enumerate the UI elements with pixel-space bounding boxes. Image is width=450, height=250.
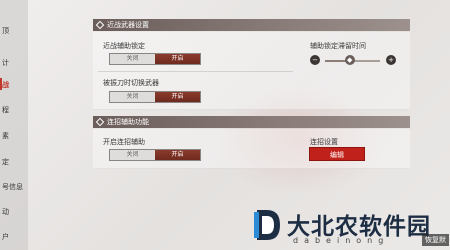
toggle-off[interactable]: 关闭 (110, 150, 155, 160)
sidebar-item-2[interactable]: 计 (0, 56, 24, 70)
section-header-combo: 连招辅助功能 (93, 116, 410, 128)
toggle-on[interactable]: 开启 (155, 150, 200, 160)
sidebar-item-1[interactable]: 顶 (0, 24, 24, 38)
switch-weapon-toggle[interactable]: 关闭 开启 (109, 91, 201, 103)
sidebar-item-label: 程 (2, 106, 9, 114)
plus-icon[interactable]: + (386, 55, 396, 65)
watermark: 大北农软件园 dabeinong (253, 205, 450, 250)
sidebar-item-label: 动 (2, 208, 9, 216)
divider (98, 71, 293, 72)
section-title: 近战武器设置 (107, 21, 149, 29)
sidebar-item-7[interactable]: 号信息 (0, 180, 24, 194)
sidebar: 顶 计 战 程 素 定 号信息 动 户 (0, 0, 28, 250)
sidebar-item-5[interactable]: 素 (0, 129, 24, 143)
section-title: 连招辅助功能 (107, 118, 149, 126)
section-header-melee: 近战武器设置 (93, 19, 410, 31)
restore-default-button[interactable]: 恢复默 (422, 234, 449, 246)
assist-lock-toggle[interactable]: 关闭 开启 (109, 53, 201, 65)
sidebar-item-8[interactable]: 动 (0, 205, 24, 219)
sidebar-item-6[interactable]: 定 (0, 155, 24, 169)
toggle-on[interactable]: 开启 (155, 92, 200, 102)
assist-lock-label: 近战辅助锁定 (103, 42, 145, 50)
watermark-subtitle: dabeinong (293, 236, 390, 245)
toggle-on[interactable]: 开启 (155, 54, 200, 64)
switch-weapon-label: 被振刀时切换武器 (103, 79, 159, 87)
edit-button[interactable]: 编辑 (309, 147, 365, 161)
minus-icon[interactable]: − (310, 55, 320, 65)
toggle-off[interactable]: 关闭 (110, 54, 155, 64)
sidebar-item-label: 顶 (2, 27, 9, 35)
combo-settings-label: 连招设置 (310, 138, 338, 146)
sidebar-item-label: 号信息 (2, 183, 23, 191)
watermark-logo (254, 210, 280, 240)
combo-assist-label: 开启连招辅助 (103, 138, 145, 146)
sidebar-item-label: 户 (2, 233, 9, 241)
sidebar-item-label: 战 (2, 81, 9, 89)
diamond-icon (95, 117, 105, 127)
slider-handle[interactable]: ◆ (344, 55, 355, 65)
diamond-icon (95, 20, 105, 30)
combo-assist-toggle[interactable]: 关闭 开启 (109, 149, 201, 161)
toggle-off[interactable]: 关闭 (110, 92, 155, 102)
lock-duration-label: 辅助锁定滞留时间 (310, 42, 366, 50)
sidebar-item-label: 定 (2, 158, 9, 166)
sidebar-item-4[interactable]: 程 (0, 103, 24, 117)
sidebar-item-9[interactable]: 户 (0, 230, 24, 244)
sidebar-item-combat[interactable]: 战 (0, 78, 24, 92)
sidebar-item-label: 计 (2, 59, 9, 67)
sidebar-item-label: 素 (2, 132, 9, 140)
